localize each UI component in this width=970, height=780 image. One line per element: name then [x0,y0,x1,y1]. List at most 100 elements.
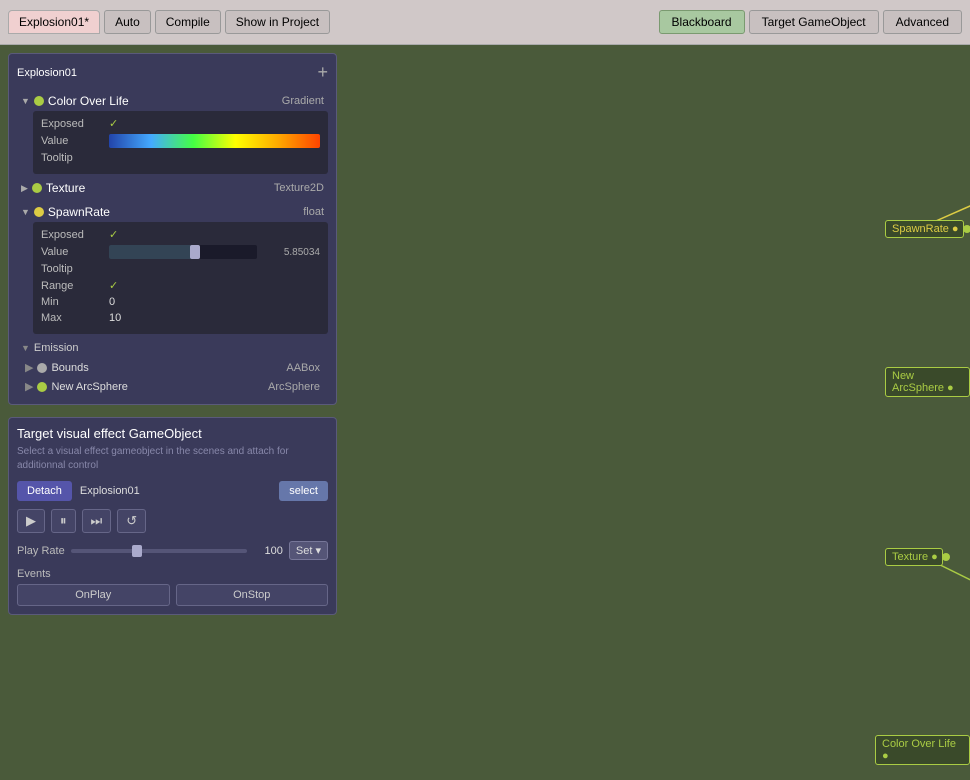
value-row: Value 5.85034 [41,245,320,259]
min-value: 0 [109,296,115,308]
exposed-row: Exposed ✓ [41,117,320,130]
exposed-label: Exposed [41,229,101,241]
main-area: Explosion01 + ▼ Color Over Life Gradient… [0,45,970,780]
active-tab[interactable]: Explosion01* [8,10,100,34]
expand-arrow: ▶ [25,380,33,393]
select-button[interactable]: select [279,481,328,501]
auto-button[interactable]: Auto [104,10,151,34]
step-button[interactable]: ⏭ [82,509,112,533]
play-button[interactable]: ▶ [17,509,45,533]
color-gradient-bar[interactable] [109,134,320,148]
module-spawnrate: ▼ SpawnRate float Exposed ✓ Value [17,202,328,334]
ext-col-label: Color Over Life ● [882,738,965,762]
compile-button[interactable]: Compile [155,10,221,34]
value-label: Value [41,246,101,258]
arcsphere-external-node[interactable]: New ArcSphere ● [885,367,970,397]
set-rate-button[interactable]: Set ▾ [289,541,328,560]
node-connections [345,45,970,780]
left-panel: Explosion01 + ▼ Color Over Life Gradient… [0,45,345,780]
onplay-button[interactable]: OnPlay [17,584,170,606]
detach-button[interactable]: Detach [17,481,72,501]
ext-out-dot [963,225,970,233]
detach-row: Detach Explosion01 select [17,481,328,501]
module-name: Color Over Life [48,94,129,108]
module-enable-dot[interactable] [32,183,42,193]
onstop-button[interactable]: OnStop [176,584,329,606]
ext-texture-label: Texture ● [892,551,938,563]
tooltip-label: Tooltip [41,152,101,164]
module-color-over-life: ▼ Color Over Life Gradient Exposed ✓ Val… [17,91,328,174]
target-gameobject-button[interactable]: Target GameObject [749,10,879,34]
module-type: Texture2D [274,182,324,194]
show-in-project-button[interactable]: Show in Project [225,10,330,34]
inspector-header: Explosion01 + [17,62,328,83]
max-label: Max [41,312,101,324]
range-row: Range ✓ [41,279,320,292]
emission-section-header[interactable]: ▼ Emission [17,338,328,358]
range-check[interactable]: ✓ [109,279,118,292]
slider-value: 5.85034 [265,247,320,258]
collapse-arrow: ▼ [21,207,30,217]
tooltip-row: Tooltip [41,263,320,275]
emission-label: Emission [34,342,79,354]
pause-button[interactable]: ⏸ [51,509,76,533]
bounds-submodule[interactable]: ▶ Bounds AABox [17,358,328,377]
target-panel: Target visual effect GameObject Select a… [8,417,337,615]
module-name: SpawnRate [48,205,110,219]
module-enable-dot[interactable] [34,96,44,106]
module-color-over-life-header[interactable]: ▼ Color Over Life Gradient [17,91,328,111]
value-label: Value [41,135,101,147]
target-subtitle: Select a visual effect gameobject in the… [17,445,328,473]
coloroverlife-external-node[interactable]: Color Over Life ● [875,735,970,765]
arcsphere-submodule[interactable]: ▶ New ArcSphere ArcSphere [17,377,328,396]
max-value: 10 [109,312,121,324]
texture-external-node[interactable]: Texture ● [885,548,943,566]
range-label: Range [41,280,101,292]
rate-row: Play Rate 100 Set ▾ [17,541,328,560]
tooltip-label: Tooltip [41,263,101,275]
events-label: Events [17,568,328,580]
topbar: Explosion01* Auto Compile Show in Projec… [0,0,970,45]
bounds-label: Bounds [51,362,88,374]
exposed-row: Exposed ✓ [41,228,320,241]
rate-label: Play Rate [17,545,65,557]
inspector-title: Explosion01 [17,67,77,79]
module-texture: ▶ Texture Texture2D [17,178,328,198]
restart-button[interactable]: ↺ [117,509,146,533]
playback-row: ▶ ⏸ ⏭ ↺ [17,509,328,533]
module-enable-dot[interactable] [34,207,44,217]
min-label: Min [41,296,101,308]
module-name: Texture [46,181,85,195]
inspector-panel: Explosion01 + ▼ Color Over Life Gradient… [8,53,337,405]
min-row: Min 0 [41,296,320,308]
blackboard-button[interactable]: Blackboard [659,10,745,34]
target-title: Target visual effect GameObject [17,426,328,441]
arcsphere-dot [37,382,47,392]
vfx-name: Explosion01 [80,485,271,497]
node-graph[interactable]: Start loop ⚡ Spawn Constant Spawn Rate ⚙… [345,45,970,780]
rate-slider[interactable] [71,549,247,553]
collapse-arrow: ▼ [21,96,30,106]
advanced-button[interactable]: Advanced [883,10,962,34]
expand-arrow: ▼ [21,343,30,353]
module-spawnrate-header[interactable]: ▼ SpawnRate float [17,202,328,222]
collapse-arrow: ▶ [21,183,28,194]
ext-arcsphere-label: New ArcSphere ● [892,370,966,394]
rate-value: 100 [253,545,283,557]
exposed-check[interactable]: ✓ [109,228,118,241]
events-row: OnPlay OnStop [17,584,328,606]
exposed-check[interactable]: ✓ [109,117,118,130]
module-color-over-life-content: Exposed ✓ Value Tooltip [33,111,328,174]
value-slider[interactable] [109,245,257,259]
arcsphere-type: ArcSphere [268,381,320,393]
spawnrate-external-node[interactable]: SpawnRate ● [885,220,964,238]
module-texture-header[interactable]: ▶ Texture Texture2D [17,178,328,198]
expand-arrow: ▶ [25,361,33,374]
ext-texture-out [942,553,950,561]
module-type: float [303,206,324,218]
max-row: Max 10 [41,312,320,324]
arcsphere-label: New ArcSphere [51,381,127,393]
add-module-button[interactable]: + [317,62,328,83]
exposed-label: Exposed [41,118,101,130]
module-type: Gradient [282,95,324,107]
